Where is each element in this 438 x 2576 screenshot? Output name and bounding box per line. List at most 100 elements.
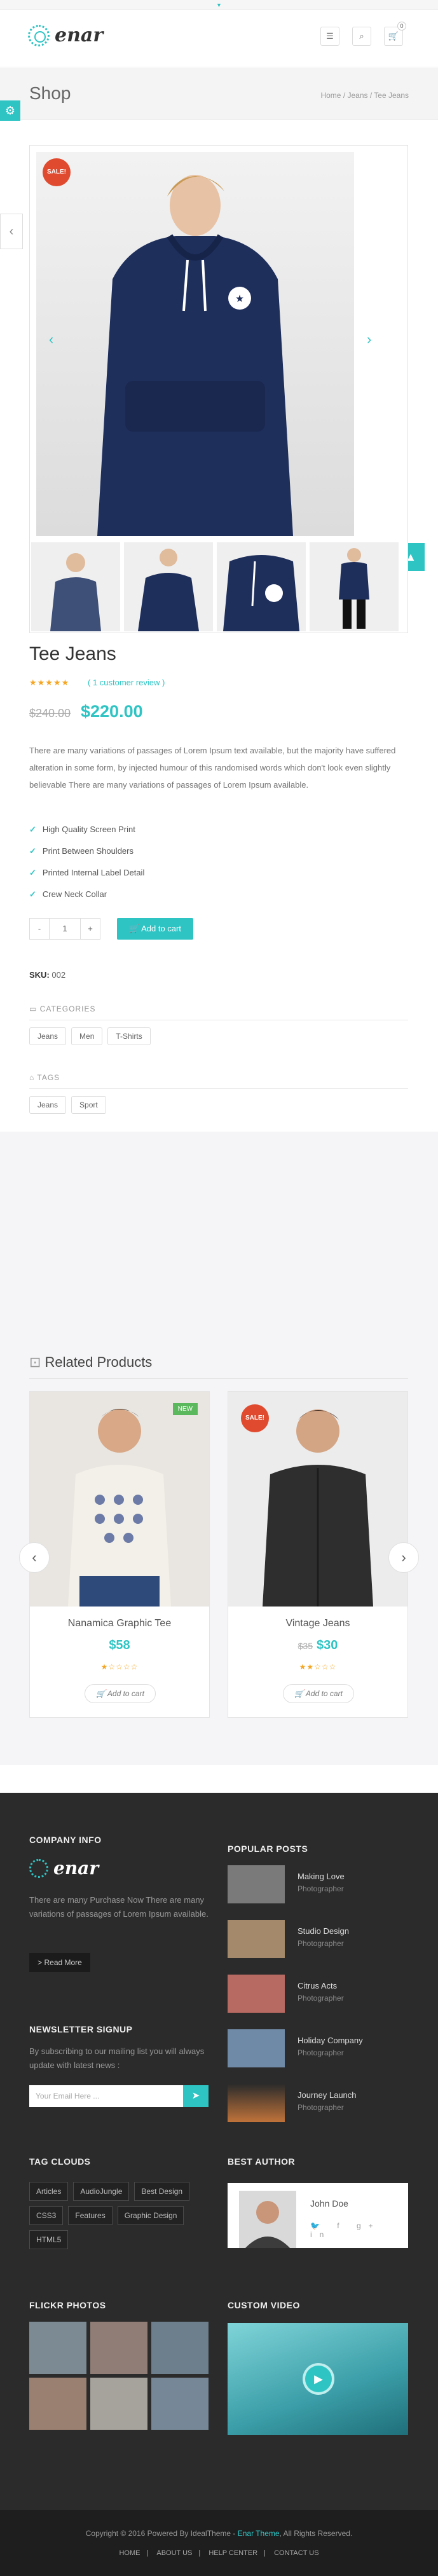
tag-link[interactable]: HTML5	[29, 2230, 69, 2249]
flickr-photo[interactable]	[29, 2322, 86, 2374]
product-rating-stars: ★★★★★	[29, 678, 70, 687]
page-title-bar: Shop Home / Jeans / Tee Jeans	[0, 68, 438, 120]
chevron-down-icon[interactable]: ▼	[216, 2, 222, 8]
category-chip[interactable]: Men	[71, 1027, 103, 1045]
tag-link[interactable]: Features	[68, 2206, 113, 2225]
menu-button[interactable]: ☰	[320, 27, 339, 46]
copyright: Copyright © 2016 Powered By IdealTheme -…	[85, 2529, 353, 2538]
category-chip[interactable]: Jeans	[29, 1027, 67, 1045]
avatar[interactable]	[239, 2191, 296, 2248]
brand-name: enar	[55, 24, 104, 46]
sku: SKU: 002	[29, 970, 66, 980]
popular-post[interactable]: Holiday Company Photographer	[228, 2029, 418, 2070]
author-social-icons[interactable]: 🐦 f g+ in	[310, 2221, 408, 2239]
qty-minus-button[interactable]: -	[29, 918, 50, 940]
tag-link[interactable]: AudioJungle	[73, 2182, 130, 2201]
popular-post[interactable]: Journey Launch Photographer	[228, 2084, 418, 2125]
product-description: There are many variations of passages of…	[29, 746, 396, 790]
play-icon[interactable]: ▶	[303, 2363, 334, 2395]
check-icon: ✓	[29, 868, 36, 877]
product-card-image[interactable]: NEW	[30, 1392, 209, 1607]
tag-link[interactable]: Best Design	[134, 2182, 190, 2201]
popular-posts-heading: POPULAR POSTS	[228, 1844, 308, 1854]
tag-link[interactable]: Articles	[29, 2182, 69, 2201]
cart-icon: 🛒	[294, 1689, 306, 1698]
footer-brand-name: enar	[53, 1858, 99, 1879]
thumbnail[interactable]	[310, 542, 399, 631]
footer-nav-contact[interactable]: CONTACT US	[274, 2549, 319, 2557]
post-thumbnail[interactable]	[228, 2084, 285, 2122]
related-next-arrow-icon[interactable]: ›	[388, 1542, 419, 1573]
footer-logo[interactable]: enar	[29, 1858, 99, 1879]
current-price: $220.00	[81, 702, 143, 721]
product-card-rating: ★☆☆☆☆	[100, 1662, 139, 1671]
flickr-photo[interactable]	[151, 2378, 209, 2430]
cart-button[interactable]: 🛒 0	[384, 22, 406, 46]
footer-nav-help[interactable]: HELP CENTER	[209, 2549, 257, 2557]
tag-link[interactable]: CSS3	[29, 2206, 64, 2225]
post-thumbnail[interactable]	[228, 1975, 285, 2013]
add-to-cart-button[interactable]: 🛒 Add to cart	[283, 1684, 354, 1703]
newsletter-text: By subscribing to our mailing list you w…	[29, 2046, 205, 2070]
settings-gear-icon[interactable]: ⚙	[0, 100, 20, 121]
breadcrumb[interactable]: Home / Jeans / Tee Jeans	[320, 91, 409, 100]
flickr-photo[interactable]	[90, 2378, 147, 2430]
feature-item: ✓ Crew Neck Collar	[29, 889, 107, 899]
product-card-price: $58	[109, 1638, 130, 1652]
flickr-photo[interactable]	[29, 2378, 86, 2430]
product-card-name[interactable]: Vintage Jeans	[228, 1618, 407, 1629]
flickr-grid	[29, 2322, 211, 2430]
tag-icon: ⌂	[29, 1073, 38, 1082]
popular-post[interactable]: Making Love Photographer	[228, 1865, 418, 1906]
post-thumbnail[interactable]	[228, 1865, 285, 1903]
tag-chip[interactable]: Jeans	[29, 1096, 67, 1114]
popular-post[interactable]: Studio Design Photographer	[228, 1920, 418, 1961]
post-thumbnail[interactable]	[228, 2029, 285, 2067]
folder-icon: ▭	[29, 1004, 40, 1013]
add-to-cart-button[interactable]: 🛒 Add to cart	[85, 1684, 156, 1703]
gallery-prev-icon[interactable]: ‹	[49, 331, 53, 348]
related-prev-arrow-icon[interactable]: ‹	[19, 1542, 50, 1573]
product-main-image[interactable]: ★ SALE!	[36, 152, 354, 536]
video-player[interactable]: ▶	[228, 2323, 408, 2435]
search-button[interactable]: ⌕	[352, 27, 371, 46]
flickr-photo[interactable]	[151, 2322, 209, 2374]
company-text: There are many Purchase Now There are ma…	[29, 1895, 209, 1919]
thumbnail[interactable]	[31, 542, 120, 631]
top-toggle-bar[interactable]: ▼	[0, 0, 438, 10]
custom-video-heading: CUSTOM VIDEO	[228, 2300, 300, 2310]
product-card[interactable]: SALE! Vintage Jeans $35 $30 ★★☆☆☆ 🛒 Add t…	[228, 1391, 408, 1718]
thumbnail[interactable]	[217, 542, 306, 631]
post-thumbnail[interactable]	[228, 1920, 285, 1958]
best-author-heading: BEST AUTHOR	[228, 2156, 296, 2167]
check-icon: ✓	[29, 846, 36, 856]
check-icon: ✓	[29, 889, 36, 899]
email-field[interactable]: Your Email Here ...	[29, 2085, 183, 2107]
tag-link[interactable]: Graphic Design	[117, 2206, 184, 2225]
read-more-button[interactable]: > Read More	[29, 1953, 90, 1972]
thumbnail[interactable]	[124, 542, 213, 631]
categories-heading: ▭ CATEGORIES	[29, 1004, 408, 1020]
product-card[interactable]: NEW Nanamica Graphic Tee $58 ★☆☆☆☆ 🛒 Add…	[29, 1391, 210, 1718]
product-card-image[interactable]: SALE!	[228, 1392, 407, 1607]
feature-list: ✓ High Quality Screen Print ✓ Print Betwee…	[29, 819, 144, 905]
footer-nav-home[interactable]: HOME	[119, 2549, 140, 2557]
flickr-photo[interactable]	[90, 2322, 147, 2374]
send-icon[interactable]: ➤	[183, 2085, 209, 2107]
gallery-next-icon[interactable]: ›	[367, 331, 371, 348]
qty-input[interactable]: 1	[49, 918, 81, 940]
brand-logo[interactable]: enar	[28, 24, 103, 46]
add-to-cart-button[interactable]: 🛒 Add to cart	[117, 918, 193, 940]
qty-plus-button[interactable]: +	[80, 918, 100, 940]
customer-review-link[interactable]: ( 1 customer review )	[88, 678, 165, 687]
tag-chip[interactable]: Sport	[71, 1096, 106, 1114]
popular-post[interactable]: Citrus Acts Photographer	[228, 1975, 418, 2015]
feature-item: ✓ High Quality Screen Print	[29, 825, 135, 834]
author-name: John Doe	[310, 2198, 348, 2209]
hoodie-model-image: ★	[97, 175, 293, 536]
newsletter-heading: NEWSLETTER SIGNUP	[29, 2024, 133, 2034]
prev-product-arrow-icon[interactable]: ‹	[0, 214, 23, 249]
category-chip[interactable]: T-Shirts	[107, 1027, 151, 1045]
product-card-name[interactable]: Nanamica Graphic Tee	[30, 1618, 209, 1629]
footer-nav-about[interactable]: ABOUT US	[156, 2549, 192, 2557]
